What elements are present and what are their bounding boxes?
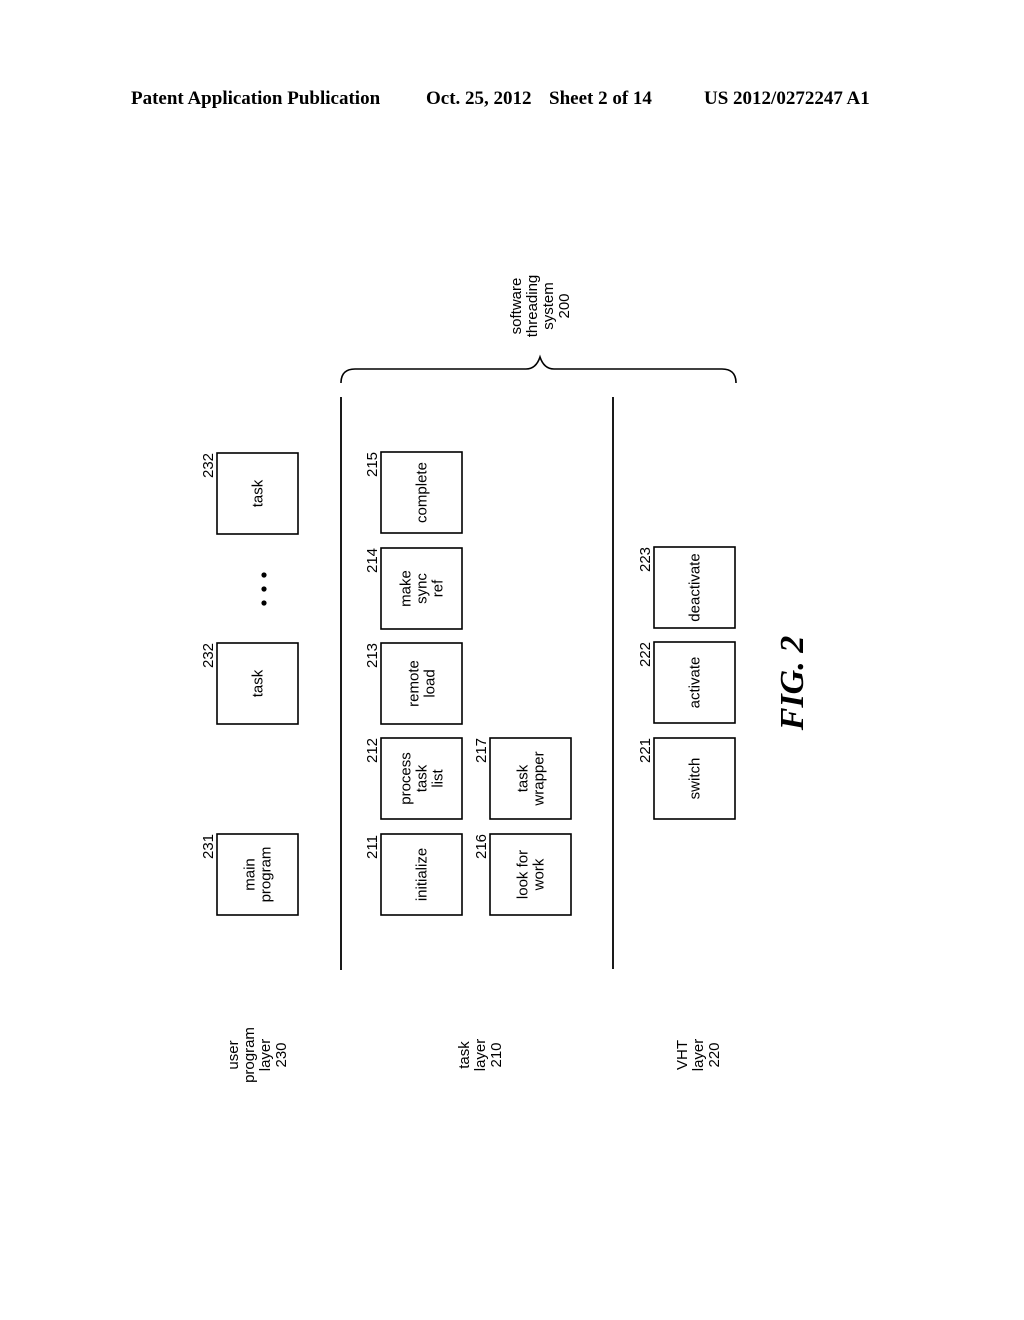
box-label-line: remote	[406, 660, 423, 707]
ellipsis-dot	[261, 600, 267, 606]
box-213: remote load 213	[364, 642, 463, 725]
box-label-line: work	[531, 858, 548, 891]
reference-number: 217	[473, 738, 490, 763]
box-231: main program 231	[200, 833, 299, 916]
reference-number: 216	[473, 834, 490, 859]
box-222: activate 222	[637, 641, 736, 724]
reference-number: 231	[200, 834, 217, 859]
layer-label-line: 210	[488, 1042, 505, 1067]
layer-label-230: user program layer 230	[225, 1027, 290, 1083]
layer-label-220: VHT layer 220	[674, 1039, 723, 1072]
layer-label-line: layer	[257, 1039, 274, 1072]
ellipsis-dot	[261, 572, 267, 578]
system-label-line: software	[508, 278, 525, 335]
reference-number: 213	[364, 643, 381, 668]
box-label-line: load	[422, 669, 439, 697]
box-label-line: sync	[414, 573, 431, 604]
system-label-line: 200	[556, 293, 573, 318]
system-label-line: threading	[524, 275, 541, 338]
system-label-line: system	[540, 282, 557, 330]
layer-label-line: layer	[690, 1039, 707, 1072]
layer-label-line: VHT	[674, 1040, 691, 1070]
ellipsis-dot	[261, 586, 267, 592]
box-216: look for work 216	[473, 833, 572, 916]
box-232: task 232	[200, 452, 299, 535]
box-label-line: complete	[414, 462, 431, 523]
ellipsis-dots	[261, 572, 267, 606]
layer-label-line: 220	[706, 1042, 723, 1067]
box-223: deactivate 223	[637, 546, 736, 629]
box-label-line: initialize	[414, 848, 431, 901]
box-221: switch 221	[637, 737, 736, 820]
layer-label-210: task layer 210	[456, 1039, 505, 1072]
box-label-line: program	[258, 847, 275, 903]
reference-number: 232	[200, 643, 217, 668]
layer-label-line: program	[241, 1027, 258, 1083]
layer-label-line: task	[456, 1041, 473, 1069]
reference-number: 223	[637, 547, 654, 572]
box-label-line: list	[430, 769, 447, 788]
box-212: process task list 212	[364, 737, 463, 820]
box-215: complete 215	[364, 451, 463, 534]
system-brace	[340, 354, 737, 384]
box-label-line: task	[515, 764, 532, 792]
reference-number: 212	[364, 738, 381, 763]
box-label-line: look for	[515, 850, 532, 899]
box-label-line: main	[242, 858, 259, 891]
box-217: task wrapper 217	[473, 737, 572, 820]
component-boxes: main program 231 task 232 task 232 initialize 21…	[200, 451, 736, 916]
layer-labels: user program layer 230 task layer 210 VHT layer 2…	[225, 1027, 723, 1083]
layer-label-line: user	[225, 1040, 242, 1069]
figure-2-diagram: software threading system 200 user program la…	[200, 275, 811, 1083]
layer-label-line: layer	[472, 1039, 489, 1072]
box-label-line: switch	[687, 758, 704, 800]
box-232: task 232	[200, 642, 299, 725]
box-label-line: activate	[687, 657, 704, 709]
reference-number: 214	[364, 548, 381, 573]
box-label-line: task	[250, 479, 267, 507]
box-211: initialize 211	[364, 833, 463, 916]
system-label: software threading system 200	[508, 275, 573, 338]
layer-label-line: 230	[273, 1042, 290, 1067]
reference-number: 222	[637, 642, 654, 667]
box-label-line: ref	[430, 579, 447, 597]
box-label-line: task	[250, 669, 267, 697]
box-label-line: wrapper	[531, 751, 548, 806]
reference-number: 211	[364, 835, 381, 859]
box-label-line: process	[398, 752, 415, 805]
box-label-line: task	[414, 764, 431, 792]
box-label-line: make	[398, 570, 415, 607]
figure-label: FIG. 2	[774, 636, 811, 731]
reference-number: 215	[364, 452, 381, 477]
reference-number: 221	[637, 738, 654, 763]
box-214: make sync ref 214	[364, 547, 463, 630]
reference-number: 232	[200, 453, 217, 478]
box-label-line: deactivate	[687, 553, 704, 621]
